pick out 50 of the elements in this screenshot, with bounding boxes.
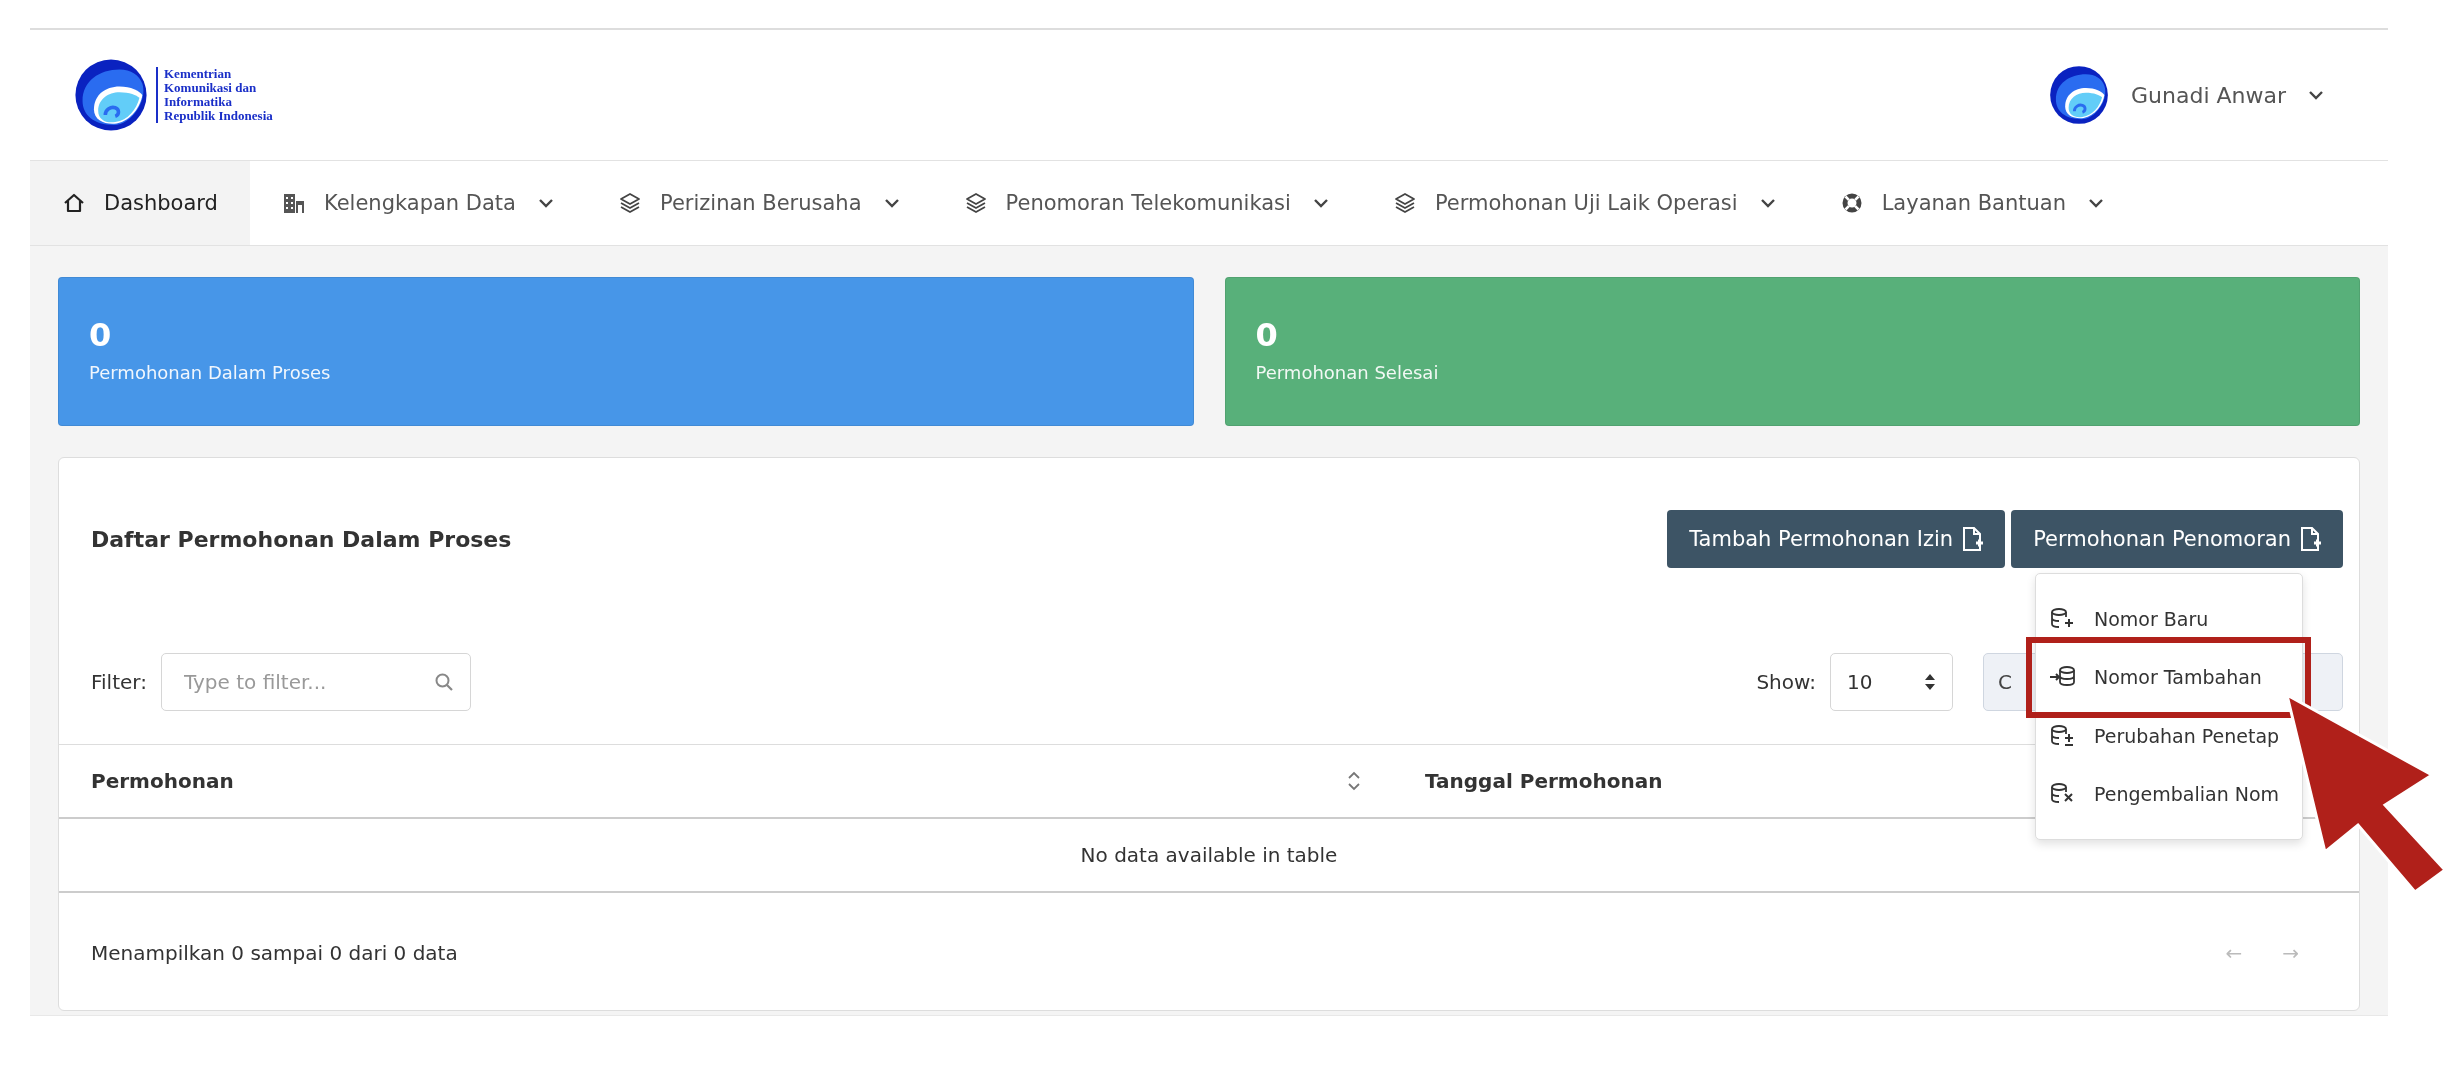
layers-icon [963,191,988,215]
filter-label: Filter: [91,670,147,694]
nav-item[interactable]: Kelengkapan Data [249,161,586,245]
ministry-name: Komunikasi dan [164,81,258,95]
add-request-button[interactable]: Permohonan Penomoran [2011,510,2343,568]
layers-icon [617,191,642,215]
sort-icon[interactable] [1347,770,1361,792]
show-label: Show: [1756,670,1816,694]
layers-icon [1392,191,1417,215]
nav-item[interactable]: Layanan Bantuan [1807,161,2136,245]
nav-item[interactable]: Perizinan Berusaha [585,161,932,245]
database-x-icon [2050,781,2076,806]
column-header[interactable]: Tanggal Permohonan [1425,769,1663,793]
ministry-name: Kementrian [164,67,233,81]
table-info: Menampilkan 0 sampai 0 dari 0 data [91,941,458,965]
stat-value: 0 [89,316,113,354]
menu-item[interactable]: Nomor Baru [2036,599,2211,640]
column-header[interactable]: Permohonan [91,769,234,793]
filter-field[interactable]: Type to filter... [160,653,471,711]
menu-item[interactable]: Pengembalian Nom [2036,773,2282,814]
ministry-name: Republik Indonesia [164,109,273,123]
chevron-down-icon [1759,198,1776,208]
user-name[interactable]: Gunadi Anwar [2131,82,2286,108]
menu-item[interactable]: Nomor Tambahan [2036,657,2264,698]
logo-icon [74,58,148,132]
stat-value: 0 [1255,316,1279,354]
chevron-down-icon [883,198,900,208]
menu-item[interactable]: Perubahan Penetap [2036,715,2282,756]
page-size-select[interactable]: 10 [1830,653,1953,711]
chevron-down-icon [537,198,554,208]
chevron-down-icon [1312,198,1329,208]
nav-item[interactable]: Penomoran Telekomunikasi [931,161,1361,245]
chevron-down-icon [2308,90,2324,100]
logo-icon [2049,65,2109,125]
file-plus-icon [1961,526,1984,552]
empty-message: No data available in table [1080,843,1338,867]
stat-label: Permohonan Selesai [1255,362,1440,383]
add-request-button[interactable]: Tambah Permohonan Izin [1667,510,2006,568]
panel-title: Daftar Permohonan Dalam Proses [91,526,512,552]
search-icon [434,673,453,691]
chevron-down-icon [2088,198,2104,208]
building-icon [281,191,306,215]
ministry-name: Informatika [164,95,233,109]
sort-arrows-icon [1924,673,1936,691]
home-icon [62,191,86,215]
database-plus-minus-icon [2050,723,2076,748]
nav-item[interactable]: Permohonan Uji Laik Operasi [1360,161,1808,245]
stat-label: Permohonan Dalam Proses [89,362,332,383]
file-plus-icon [2299,526,2321,552]
nav-item[interactable]: Dashboard [30,161,250,245]
